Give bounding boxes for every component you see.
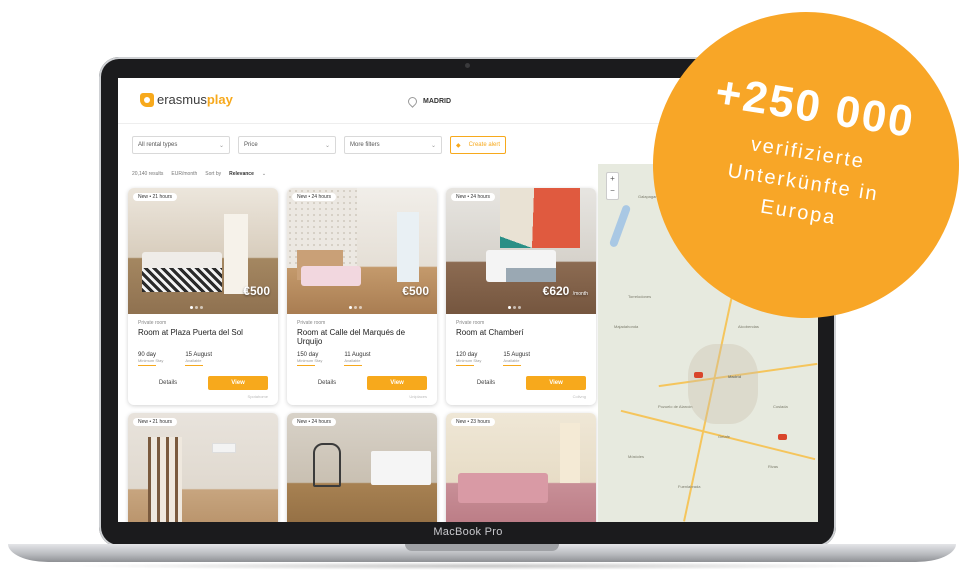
create-alert-button[interactable]: ◆ Create alert <box>450 136 506 154</box>
listing-photo[interactable]: New • 21 hours €500 <box>128 188 278 314</box>
search-input[interactable]: MADRID <box>406 92 668 110</box>
listing-photo[interactable]: New • 21 hours <box>128 413 278 522</box>
min-stay-label: Minimum Stay <box>138 358 164 363</box>
min-stay-label: Minimum Stay <box>297 358 323 363</box>
listing-title[interactable]: Room at Chamberí <box>456 328 586 346</box>
listing-photo[interactable]: New • 24 hours €500 <box>287 188 437 314</box>
logo[interactable]: erasmus play <box>140 92 233 107</box>
listing-photo[interactable]: New • 24 hours €620 /month <box>446 188 596 314</box>
map-label: Majadahonda <box>614 324 639 329</box>
zoom-out-button[interactable]: − <box>607 185 618 197</box>
sort-label: Sort by <box>205 171 222 177</box>
carousel-dots <box>349 306 362 309</box>
results-count: 20,140 results <box>132 171 164 177</box>
map-label: Coslada <box>773 404 788 409</box>
results-bar: 20,140 results EUR/month Sort by Relevan… <box>132 171 266 177</box>
listing-card[interactable]: New • 24 hours €500 Private room Room at… <box>287 188 437 405</box>
listing-title[interactable]: Room at Calle del Marqués de Urquijo <box>297 328 427 346</box>
chevron-down-icon: ⌄ <box>218 142 224 149</box>
create-alert-label: Create alert <box>468 142 500 148</box>
laptop-chin: MacBook Pro <box>118 522 818 544</box>
camera-icon <box>465 63 470 68</box>
chevron-down-icon: ⌄ <box>324 142 330 149</box>
map-label: Pozuelo de Alarcón <box>658 404 693 409</box>
view-button[interactable]: View <box>526 376 586 390</box>
map-label: Getafe <box>718 434 731 439</box>
listing-type: Private room <box>138 320 167 326</box>
laptop-shadow <box>60 562 904 570</box>
listing-card[interactable]: New • 23 hours <box>446 413 596 522</box>
price-select[interactable]: Price ⌄ <box>238 136 336 154</box>
listing-badge: New • 24 hours <box>292 418 336 426</box>
device-label: MacBook Pro <box>433 526 503 538</box>
listing-card[interactable]: New • 21 hours <box>128 413 278 522</box>
carousel-dots <box>190 306 203 309</box>
logo-text: erasmus <box>157 92 207 107</box>
listing-type: Private room <box>297 320 326 326</box>
more-filters-select[interactable]: More filters ⌄ <box>344 136 442 154</box>
price-marker[interactable] <box>778 434 787 440</box>
map-label: Móstoles <box>628 454 645 459</box>
sort-select[interactable]: Relevance <box>229 171 254 177</box>
listing-photo[interactable]: New • 23 hours <box>446 413 596 522</box>
listing-badge: New • 21 hours <box>133 193 177 201</box>
location-pin-icon <box>406 94 419 108</box>
filter-bar: All rental types ⌄ Price ⌄ More filters ⌄ ◆… <box>132 136 506 156</box>
listing-price: €500 <box>243 284 270 298</box>
details-link[interactable]: Details <box>456 380 516 386</box>
more-filters-label: More filters <box>350 142 380 148</box>
listing-price: €500 <box>402 284 429 298</box>
map-label: Fuenlabrada <box>678 484 701 489</box>
listing-badge: New • 24 hours <box>451 193 495 201</box>
view-button[interactable]: View <box>208 376 268 390</box>
logo-accent: play <box>206 92 233 107</box>
chevron-down-icon: ⌄ <box>430 142 436 149</box>
map-label: Torrelodones <box>628 294 652 299</box>
listing-source: Uniplaces <box>409 394 427 399</box>
listing-card[interactable]: New • 24 hours <box>287 413 437 522</box>
rental-types-select[interactable]: All rental types ⌄ <box>132 136 230 154</box>
listing-title[interactable]: Room at Plaza Puerta del Sol <box>138 328 268 346</box>
listing-card[interactable]: New • 24 hours €620 /month Private room … <box>446 188 596 405</box>
view-button[interactable]: View <box>367 376 427 390</box>
available-label: Available <box>344 358 361 363</box>
listing-badge: New • 21 hours <box>133 418 177 426</box>
rental-types-label: All rental types <box>138 142 178 148</box>
listing-photo[interactable]: New • 24 hours <box>287 413 437 522</box>
carousel-dots <box>508 306 521 309</box>
listing-price: €620 /month <box>542 284 588 298</box>
bell-icon: ◆ <box>456 142 461 149</box>
price-marker[interactable] <box>694 372 703 378</box>
map-label: Rivas <box>768 464 779 469</box>
details-link[interactable]: Details <box>297 380 357 386</box>
map-label: Madrid <box>728 374 742 379</box>
available-label: Available <box>185 358 202 363</box>
search-value: MADRID <box>423 97 451 105</box>
map-label: Alcobendas <box>738 324 759 329</box>
listing-type: Private room <box>456 320 485 326</box>
details-link[interactable]: Details <box>138 380 198 386</box>
currency-select[interactable]: EUR/month <box>171 171 197 177</box>
chevron-down-icon: ⌄ <box>261 171 267 177</box>
price-label: Price <box>244 142 258 148</box>
listing-badge: New • 23 hours <box>451 418 495 426</box>
min-stay-label: Minimum Stay <box>456 358 482 363</box>
listing-card[interactable]: New • 21 hours €500 Private room Room at… <box>128 188 278 405</box>
laptop-notch <box>405 544 559 551</box>
logo-icon <box>140 92 154 107</box>
listing-source: Spotahome <box>247 394 268 399</box>
listing-badge: New • 24 hours <box>292 193 336 201</box>
zoom-control[interactable]: + − <box>606 172 619 200</box>
available-label: Available <box>503 358 520 363</box>
listing-source: Colivng <box>572 394 586 399</box>
zoom-in-button[interactable]: + <box>607 173 618 185</box>
